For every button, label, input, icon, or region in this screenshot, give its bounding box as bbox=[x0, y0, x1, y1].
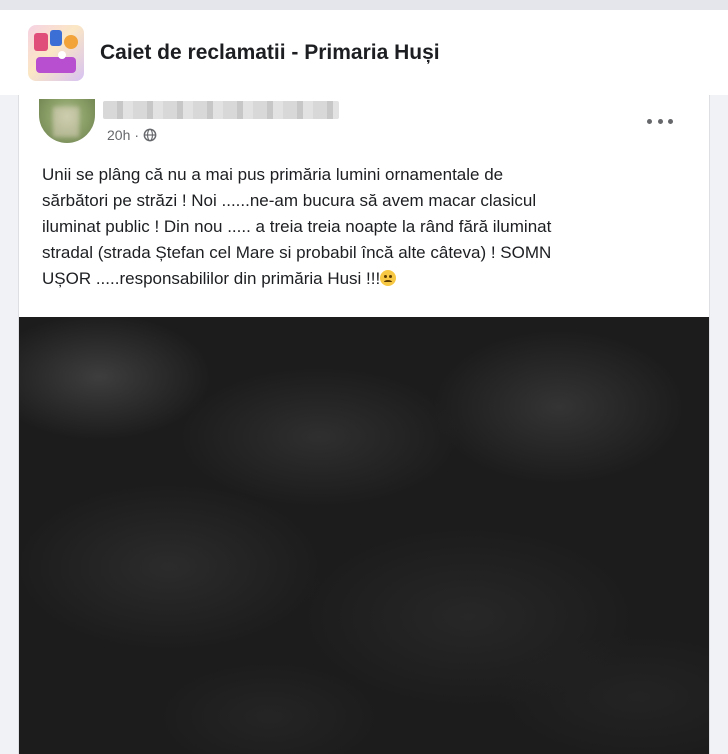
more-options-icon[interactable] bbox=[647, 113, 673, 129]
post-text: Unii se plâng că nu a mai pus primăria l… bbox=[42, 162, 662, 292]
author-avatar[interactable] bbox=[39, 99, 95, 143]
post-photo-dark-sky[interactable] bbox=[19, 317, 709, 754]
author-name-redacted[interactable] bbox=[103, 101, 339, 119]
post-meta: 20h · bbox=[107, 127, 157, 143]
post-card: 20h · Unii se plâng că nu a mai pus prim… bbox=[18, 95, 710, 754]
meta-separator: · bbox=[134, 127, 140, 143]
post-timestamp[interactable]: 20h bbox=[107, 127, 130, 143]
group-header: Caiet de reclamatii - Primaria Huși bbox=[0, 0, 728, 95]
group-title[interactable]: Caiet de reclamatii - Primaria Huși bbox=[100, 41, 440, 65]
sad-face-emoji bbox=[380, 270, 397, 286]
group-cover-thumbnail[interactable] bbox=[28, 24, 84, 81]
globe-icon[interactable] bbox=[143, 128, 157, 142]
post-body: Unii se plâng că nu a mai pus primăria l… bbox=[42, 165, 552, 288]
